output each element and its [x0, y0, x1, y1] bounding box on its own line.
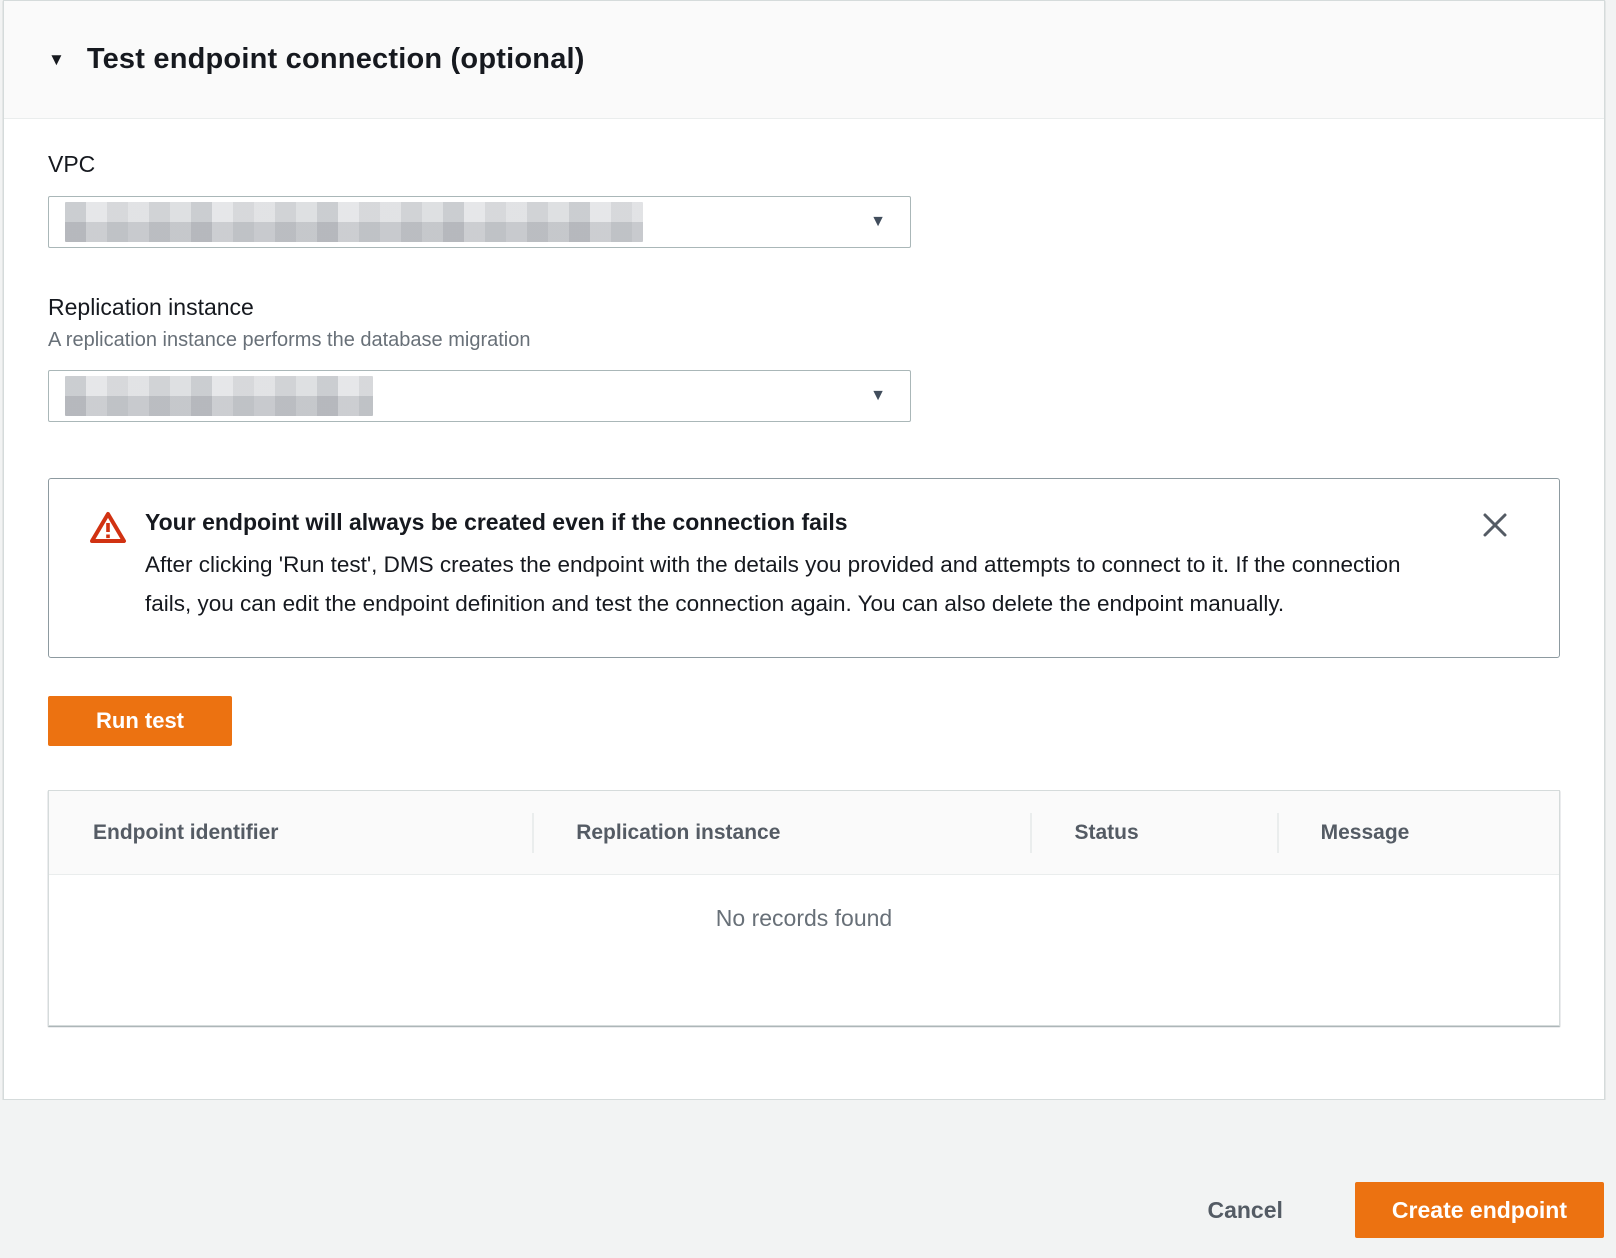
replication-instance-description: A replication instance performs the data… [48, 329, 1560, 352]
create-endpoint-button[interactable]: Create endpoint [1355, 1182, 1604, 1238]
table-empty-state: No records found [49, 875, 1559, 1025]
chevron-down-icon: ▼ [870, 388, 886, 404]
replication-instance-select[interactable]: ▼ [48, 370, 911, 422]
vpc-field: VPC ▼ [48, 151, 1560, 248]
replication-instance-field: Replication instance A replication insta… [48, 294, 1560, 422]
collapse-caret-icon[interactable]: ▼ [48, 51, 65, 68]
warning-alert: Your endpoint will always be created eve… [48, 478, 1560, 658]
table-header-row: Endpoint identifier Replication instance… [49, 791, 1559, 875]
replication-instance-label: Replication instance [48, 294, 1560, 321]
close-icon[interactable] [1475, 505, 1515, 545]
chevron-down-icon: ▼ [870, 214, 886, 230]
section-header[interactable]: ▼ Test endpoint connection (optional) [4, 1, 1604, 119]
column-header-replication-instance: Replication instance [532, 791, 1030, 874]
vpc-select[interactable]: ▼ [48, 196, 911, 248]
warning-body: After clicking 'Run test', DMS creates t… [145, 545, 1440, 623]
run-test-button[interactable]: Run test [48, 696, 232, 746]
connection-results-table: Endpoint identifier Replication instance… [48, 790, 1560, 1026]
vpc-selected-value-redacted [65, 202, 643, 242]
warning-title: Your endpoint will always be created eve… [145, 509, 1440, 536]
column-header-message: Message [1277, 791, 1559, 874]
vpc-label: VPC [48, 151, 1560, 178]
section-title: Test endpoint connection (optional) [87, 43, 585, 76]
section-body: VPC ▼ Replication instance A replication… [4, 119, 1604, 1026]
cancel-button[interactable]: Cancel [1197, 1182, 1292, 1238]
warning-triangle-icon [89, 511, 127, 550]
form-actions-footer: Cancel Create endpoint [0, 1100, 1616, 1258]
test-endpoint-connection-section: ▼ Test endpoint connection (optional) VP… [3, 0, 1605, 1100]
replication-instance-selected-value-redacted [65, 376, 373, 416]
column-header-status: Status [1030, 791, 1276, 874]
warning-content: Your endpoint will always be created eve… [145, 509, 1440, 623]
column-header-endpoint-identifier: Endpoint identifier [49, 791, 532, 874]
